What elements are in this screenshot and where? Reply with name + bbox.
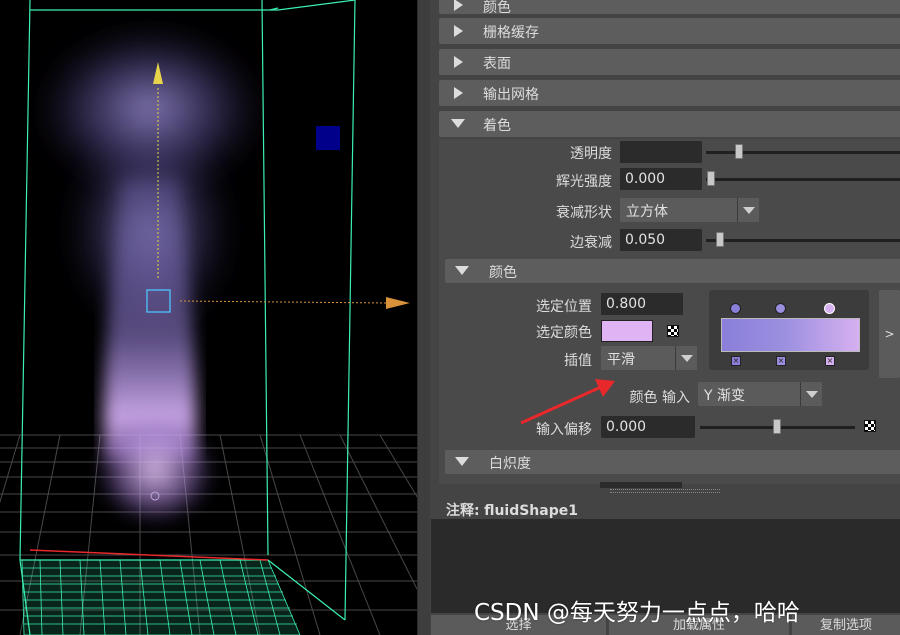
ramp-delete-icon[interactable]: × xyxy=(776,356,786,366)
fluid-base-glow xyxy=(95,415,215,525)
edge-dropoff-slider-thumb[interactable] xyxy=(716,232,724,247)
section-grid-cache[interactable]: 栅格缓存 xyxy=(439,18,900,44)
watermark-text: CSDN @每天努力一点点，哈哈 xyxy=(474,600,800,626)
subsection-color[interactable]: 颜色 xyxy=(445,259,900,283)
3d-viewport[interactable] xyxy=(0,0,417,635)
copy-tab-button[interactable]: 复制选项 xyxy=(792,615,900,635)
color-ramp-gradient[interactable] xyxy=(721,318,860,352)
collapsed-arrow-icon xyxy=(454,25,463,37)
transparency-slider-thumb[interactable] xyxy=(735,144,743,159)
notes-title: 注释: xyxy=(446,503,480,519)
section-title: 着色 xyxy=(483,118,511,134)
color-input-value: Y 渐变 xyxy=(704,388,746,404)
section-shading[interactable]: 着色 xyxy=(439,111,900,137)
emitter-grid xyxy=(21,559,301,635)
interpolation-label: 插值 xyxy=(564,353,592,369)
edge-dropoff-slider-track[interactable] xyxy=(706,239,900,242)
expand-ramp-button[interactable]: > xyxy=(879,290,900,378)
section-title: 输出网格 xyxy=(483,87,539,103)
selected-position-label: 选定位置 xyxy=(536,299,592,315)
selected-color-swatch[interactable] xyxy=(601,320,653,342)
section-output-mesh[interactable]: 输出网格 xyxy=(439,80,900,106)
section-surface[interactable]: 表面 xyxy=(439,49,900,75)
ramp-handle-selected[interactable] xyxy=(824,303,835,314)
panel-separator[interactable] xyxy=(417,0,430,635)
ramp-delete-icon[interactable]: × xyxy=(731,356,741,366)
red-annotation-arrow xyxy=(520,379,615,425)
map-texture-icon[interactable] xyxy=(667,325,679,337)
clipped-field xyxy=(600,482,682,488)
x-axis-arrow xyxy=(386,297,410,309)
glow-intensity-field[interactable]: 0.000 xyxy=(620,168,702,190)
section-title: 表面 xyxy=(483,56,511,72)
color-input-dropdown[interactable]: Y 渐变 xyxy=(698,382,822,406)
dropoff-shape-dropdown[interactable]: 立方体 xyxy=(620,198,759,222)
chevron-down-icon[interactable] xyxy=(737,198,759,222)
section-color-top[interactable]: 颜色 xyxy=(439,0,900,16)
subsection-title: 白炽度 xyxy=(489,456,531,472)
edge-dropoff-label: 边衰减 xyxy=(570,235,612,251)
section-title: 颜色 xyxy=(483,0,511,16)
subsection-incandescence[interactable]: 白炽度 xyxy=(445,450,900,474)
expanded-arrow-icon xyxy=(455,266,469,275)
attribute-editor: 颜色 栅格缓存 表面 输出网格 着色 透明度 辉光强度 0.000 衰减形状 立… xyxy=(430,0,900,635)
dropoff-shape-value: 立方体 xyxy=(626,204,668,220)
color-ramp-panel: × × × xyxy=(709,290,869,370)
interpolation-value: 平滑 xyxy=(607,352,635,368)
blue-cube xyxy=(316,126,340,150)
expanded-arrow-icon xyxy=(451,119,465,128)
interpolation-dropdown[interactable]: 平滑 xyxy=(601,346,697,370)
chevron-down-icon[interactable] xyxy=(800,382,822,406)
notes-shape-name: fluidShape1 xyxy=(484,503,578,519)
glow-intensity-label: 辉光强度 xyxy=(556,174,612,190)
viewport-scene xyxy=(0,0,417,635)
subsection-title: 颜色 xyxy=(489,265,517,281)
transparency-label: 透明度 xyxy=(570,146,612,162)
collapsed-arrow-icon xyxy=(454,87,463,99)
glow-intensity-slider-thumb[interactable] xyxy=(707,171,715,186)
dropoff-shape-label: 衰减形状 xyxy=(556,205,612,221)
transparency-swatch[interactable] xyxy=(620,141,702,163)
map-texture-icon[interactable] xyxy=(864,420,876,432)
collapsed-arrow-icon xyxy=(454,56,463,68)
section-title: 栅格缓存 xyxy=(483,25,539,41)
selected-position-field[interactable]: 0.800 xyxy=(601,293,683,315)
glow-intensity-slider-track[interactable] xyxy=(706,178,900,181)
edge-dropoff-field[interactable]: 0.050 xyxy=(620,229,702,251)
ramp-delete-icon[interactable]: × xyxy=(825,356,835,366)
notes-label: 注释: fluidShape1 xyxy=(446,500,578,520)
selected-color-label: 选定颜色 xyxy=(536,325,592,341)
ramp-handle[interactable] xyxy=(730,303,741,314)
input-bias-slider-thumb[interactable] xyxy=(773,419,781,434)
collapsed-arrow-icon xyxy=(454,0,463,11)
chevron-down-icon[interactable] xyxy=(675,346,697,370)
ramp-handle[interactable] xyxy=(775,303,786,314)
expanded-arrow-icon xyxy=(455,457,469,466)
panel-resize-grip[interactable] xyxy=(610,489,720,493)
